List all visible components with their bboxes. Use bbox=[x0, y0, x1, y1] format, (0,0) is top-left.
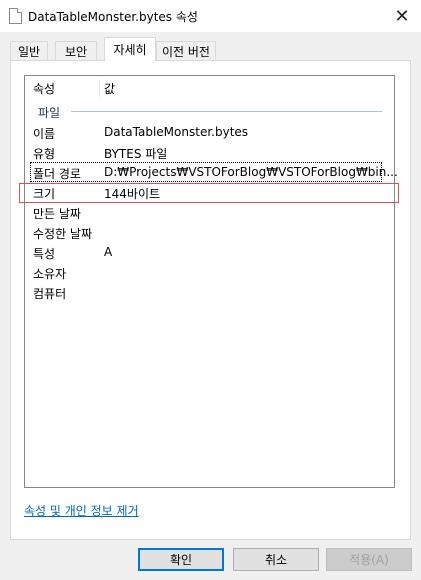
list-item[interactable]: 이름 DataTableMonster.bytes bbox=[25, 122, 394, 142]
list-item[interactable]: 컴퓨터 bbox=[25, 282, 394, 302]
property-value: BYTES 파일 bbox=[104, 147, 168, 161]
property-value: DataTableMonster.bytes bbox=[104, 125, 249, 139]
property-name: 소유자 bbox=[33, 267, 67, 281]
list-item[interactable]: 유형 BYTES 파일 bbox=[25, 142, 394, 162]
list-item-focused[interactable]: 폴더 경로 D:₩Projects₩VSTOForBlog₩VSTOForBlo… bbox=[30, 162, 398, 182]
property-name: 컴퓨터 bbox=[33, 287, 67, 301]
tab-general[interactable]: 일반 bbox=[10, 41, 48, 60]
column-header-value[interactable]: 값 bbox=[104, 76, 115, 101]
column-header-property[interactable]: 속성 bbox=[33, 76, 55, 101]
property-name: 폴더 경로 bbox=[33, 167, 81, 181]
list-item[interactable]: 특성 A bbox=[25, 242, 394, 262]
property-name: 수정한 날짜 bbox=[33, 227, 93, 241]
size-row-highlight bbox=[19, 183, 399, 203]
list-item[interactable]: 만든 날짜 bbox=[25, 202, 394, 222]
list-item[interactable]: 수정한 날짜 bbox=[25, 222, 394, 242]
window-title: DataTableMonster.bytes 속성 bbox=[28, 10, 198, 24]
apply-button[interactable]: 적용(A) bbox=[326, 548, 412, 571]
cancel-button[interactable]: 취소 bbox=[233, 548, 319, 571]
group-header-file: 파일 bbox=[38, 106, 61, 120]
property-value: D:₩Projects₩VSTOForBlog₩VSTOForBlog₩bin.… bbox=[104, 165, 398, 179]
property-name: 특성 bbox=[33, 247, 56, 261]
ok-button[interactable]: 확인 bbox=[138, 548, 224, 571]
close-icon: ✕ bbox=[394, 5, 410, 27]
tab-security[interactable]: 보안 bbox=[55, 41, 97, 60]
title-bar: DataTableMonster.bytes 속성 ✕ bbox=[0, 0, 421, 32]
property-value: A bbox=[104, 245, 113, 259]
remove-properties-link[interactable]: 속성 및 개인 정보 제거 bbox=[24, 502, 139, 519]
list-item[interactable]: 소유자 bbox=[25, 262, 394, 282]
close-button[interactable]: ✕ bbox=[383, 0, 421, 32]
group-divider bbox=[71, 111, 382, 112]
details-list[interactable]: 속성 값 파일 이름 DataTableMonster.bytes 유형 BYT… bbox=[24, 75, 398, 488]
property-name: 만든 날짜 bbox=[33, 207, 81, 221]
property-name: 유형 bbox=[33, 147, 56, 161]
file-icon bbox=[9, 8, 22, 24]
property-name: 이름 bbox=[33, 127, 56, 141]
tab-details[interactable]: 자세히 bbox=[104, 37, 156, 61]
tab-previous-versions[interactable]: 이전 버전 bbox=[156, 41, 216, 60]
column-separator[interactable] bbox=[99, 79, 100, 97]
